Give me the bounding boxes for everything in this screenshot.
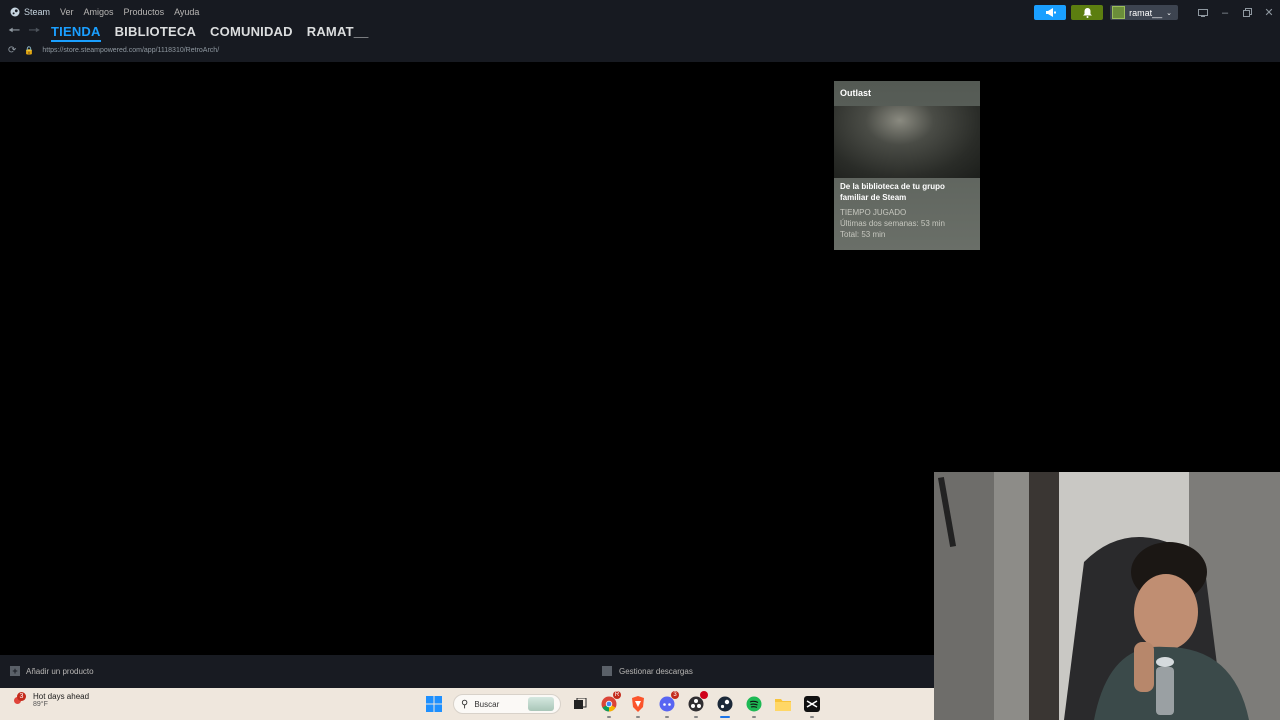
discord-icon[interactable]: 3 (657, 691, 679, 718)
menu-ver[interactable]: Ver (60, 7, 74, 17)
restore-icon[interactable] (1236, 4, 1258, 21)
manage-downloads-label: Gestionar descargas (619, 666, 693, 676)
tab-tienda[interactable]: TIENDA (51, 24, 101, 42)
chevron-down-icon: ⌄ (1166, 9, 1172, 17)
steam-navbar: 🠔 🠖 TIENDA BIBLIOTECA COMUNIDAD RAMAT__ … (0, 22, 1280, 62)
weather-widget[interactable]: 3 Hot days ahead 89°F (12, 692, 89, 708)
capcut-icon[interactable] (802, 694, 822, 718)
avatar (1112, 6, 1126, 19)
discord-badge: 3 (671, 691, 679, 699)
chrome-badge: R (613, 691, 621, 699)
minimize-icon[interactable]: – (1214, 4, 1236, 21)
megaphone-icon (1045, 8, 1056, 17)
tab-profile[interactable]: RAMAT__ (307, 24, 369, 42)
download-icon (602, 666, 612, 676)
manage-downloads-button[interactable]: Gestionar descargas (602, 666, 693, 676)
obs-icon[interactable] (686, 691, 708, 718)
add-product-button[interactable]: + Añadir un producto (10, 666, 94, 676)
add-product-label: Añadir un producto (26, 666, 94, 676)
url-text[interactable]: https://store.steampowered.com/app/11183… (42, 47, 219, 54)
playtime-total: Total: 53 min (840, 230, 886, 239)
steam-logo-icon (10, 7, 20, 17)
nav-arrows: 🠔 🠖 (8, 22, 41, 40)
topright-controls: ramat__ ⌄ – ✕ (1034, 4, 1280, 21)
weather-text: Hot days ahead 89°F (33, 692, 89, 708)
game-hover-tooltip: Outlast De la biblioteca de tu grupo fam… (834, 81, 980, 250)
task-view-icon[interactable] (570, 694, 590, 714)
notifications-button[interactable] (1071, 5, 1104, 20)
weather-badge: 3 (17, 692, 26, 701)
windows-start-icon[interactable] (424, 694, 444, 714)
playtime-label: TIEMPO JUGADO (840, 208, 907, 217)
steam-menubar: Steam Ver Amigos Productos Ayuda ramat__… (0, 0, 1280, 24)
taskbar-apps: ⚲ Buscar R 3 (424, 691, 822, 718)
announcements-button[interactable] (1034, 5, 1067, 20)
thermometer-icon: 3 (12, 692, 26, 708)
chrome-icon[interactable]: R (599, 691, 621, 718)
taskbar-search[interactable]: ⚲ Buscar (453, 694, 561, 714)
search-placeholder: Buscar (474, 699, 500, 709)
forward-arrow-icon[interactable]: 🠖 (28, 20, 40, 44)
steam-menu[interactable]: Steam (10, 7, 50, 17)
bell-icon (1082, 7, 1092, 18)
reload-icon[interactable]: ⟳ (8, 45, 16, 56)
lock-icon: 🔒 (24, 46, 35, 55)
search-icon: ⚲ (461, 698, 469, 710)
menu-amigos[interactable]: Amigos (84, 7, 114, 17)
back-arrow-icon[interactable]: 🠔 (8, 20, 20, 44)
steam-taskbar-icon[interactable] (715, 694, 735, 718)
webcam-overlay (934, 472, 1280, 720)
account-menu-button[interactable]: ramat__ ⌄ (1110, 5, 1178, 20)
webcam-feed (934, 472, 1280, 720)
menu-ayuda[interactable]: Ayuda (174, 7, 199, 17)
search-highlight-icon (528, 697, 554, 711)
weather-temp: 89°F (33, 701, 48, 708)
menu-productos[interactable]: Productos (124, 7, 165, 17)
url-bar: ⟳ 🔒 https://store.steampowered.com/app/1… (8, 45, 219, 56)
weather-title: Hot days ahead (33, 692, 90, 701)
playtime-two-weeks: Últimas dos semanas: 53 min (840, 219, 945, 228)
spotify-icon[interactable] (744, 694, 764, 718)
tab-biblioteca[interactable]: BIBLIOTECA (115, 24, 196, 42)
big-picture-icon[interactable] (1192, 4, 1214, 21)
steam-menu-label: Steam (24, 7, 51, 17)
close-icon[interactable]: ✕ (1258, 4, 1280, 21)
plus-icon: + (10, 666, 20, 676)
nav-tabs: TIENDA BIBLIOTECA COMUNIDAD RAMAT__ (51, 24, 369, 42)
family-library-text: De la biblioteca de tu grupo familiar de… (840, 182, 945, 202)
account-name: ramat__ (1129, 7, 1163, 18)
brave-icon[interactable] (628, 694, 648, 718)
game-title: Outlast (840, 88, 872, 98)
file-explorer-icon[interactable] (773, 694, 793, 714)
game-screenshot (834, 106, 980, 178)
tab-comunidad[interactable]: COMUNIDAD (210, 24, 293, 42)
obs-record-badge (700, 691, 708, 699)
